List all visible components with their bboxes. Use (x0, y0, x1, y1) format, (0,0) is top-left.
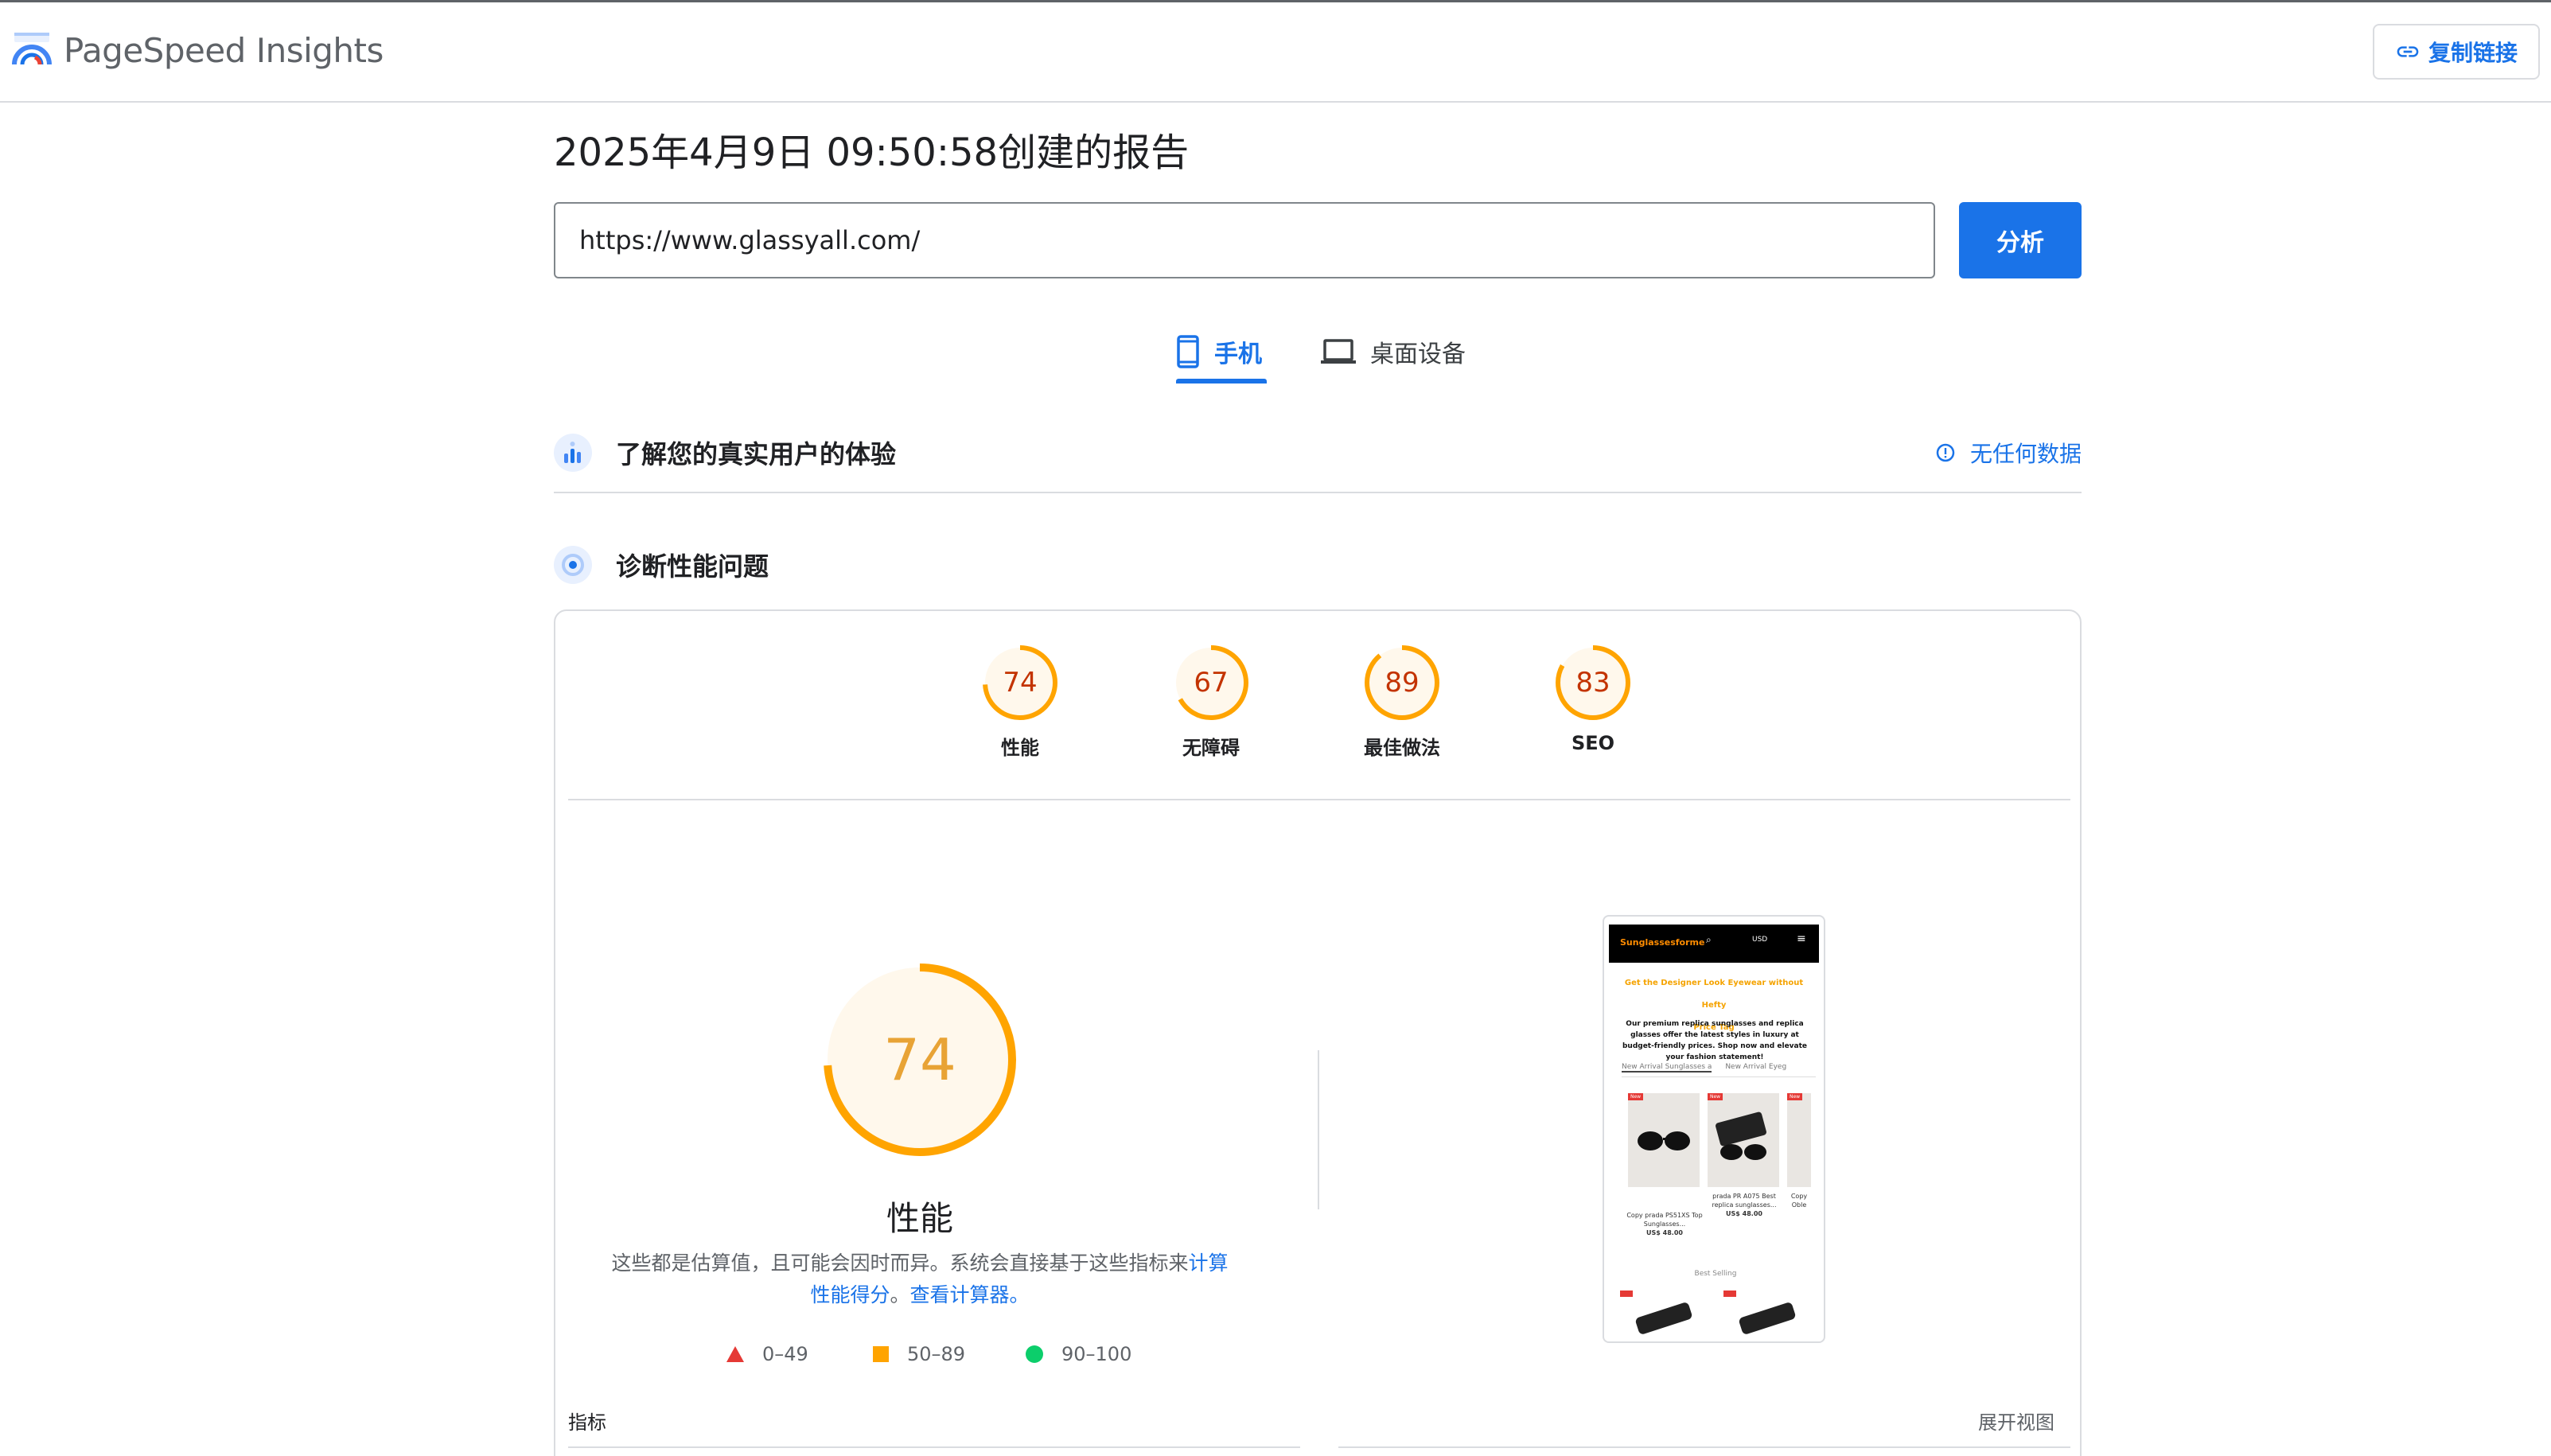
tab-mobile[interactable]: 手机 (1176, 318, 1262, 385)
screenshot-product-caption: prada PR A075 Best replica sunglasses...… (1704, 1192, 1784, 1218)
legend-fail: 0–49 (726, 1343, 808, 1365)
product-title: Copy prada PS51XS Top Sunglasses... (1626, 1212, 1703, 1228)
legend-pass-label: 90–100 (1061, 1343, 1132, 1365)
gauge-label: 最佳做法 (1364, 737, 1440, 759)
score-legend: 0–49 50–89 90–100 (555, 1343, 1284, 1375)
score-gauges: 74 性能 67 无障碍 89 最佳做法 83 SEO (555, 643, 2083, 802)
copy-link-button[interactable]: 复制链接 (2373, 24, 2540, 80)
screenshot-navbar: Sunglassesforme USD ⌕ ≡ (1609, 925, 1819, 963)
expand-view-button[interactable]: 展开视图 (1978, 1407, 2054, 1435)
performance-label: 性能 (886, 1199, 953, 1238)
menu-icon: ≡ (1797, 932, 1806, 945)
screenshot-tab-1: New Arrival Sunglasses a (1622, 1063, 1712, 1073)
screenshot-tabs: New Arrival Sunglasses a New Arrival Eye… (1622, 1063, 1816, 1077)
screenshot-product-caption: Copy Oble (1790, 1193, 1808, 1209)
copy-link-label: 复制链接 (2428, 40, 2518, 66)
search-icon: ⌕ (1706, 934, 1712, 945)
product-badge: New (1708, 1093, 1723, 1100)
sunglasses-image (1723, 1291, 1796, 1334)
disclaimer-mid: 。 (890, 1283, 910, 1306)
legend-fail-label: 0–49 (762, 1343, 808, 1365)
gauge-value: 67 (1194, 667, 1229, 699)
info-icon (1936, 443, 1955, 462)
analyze-button[interactable]: 分析 (1959, 202, 2082, 278)
diagnose-icon (554, 546, 592, 584)
circle-icon (1026, 1345, 1043, 1363)
gauge-performance[interactable]: 74 性能 (964, 643, 1076, 760)
divider (568, 799, 2070, 800)
real-user-experience-icon (554, 434, 592, 472)
screenshot-product-image: New (1787, 1093, 1811, 1187)
legend-average-label: 50–89 (907, 1343, 966, 1365)
gauge-value: 83 (1575, 667, 1610, 699)
product-title: prada PR A075 Best replica sunglasses... (1712, 1193, 1777, 1209)
tab-desktop[interactable]: 桌面设备 (1321, 318, 1466, 385)
screenshot-best-selling: Best Selling (1694, 1270, 1737, 1278)
divider (1338, 1446, 2070, 1448)
headline-line-1: Get the Designer Look Eyewear without He… (1624, 979, 1804, 1010)
vertical-separator (1318, 1050, 1319, 1209)
product-badge: New (1628, 1093, 1644, 1100)
laptop-icon (1321, 339, 1356, 364)
gauge-value: 89 (1385, 667, 1420, 699)
crux-title: 了解您的真实用户的体验 (616, 439, 897, 469)
gauge-label: SEO (1571, 732, 1615, 754)
legend-average: 50–89 (872, 1343, 965, 1365)
no-data-label: 无任何数据 (1969, 441, 2082, 467)
gauge-seo[interactable]: 83 SEO (1537, 643, 1649, 754)
metrics-heading: 指标 (568, 1411, 606, 1434)
sunglasses-image (1638, 1131, 1690, 1150)
brand-title[interactable]: PageSpeed Insights (64, 29, 384, 72)
gauge-best-practices[interactable]: 89 最佳做法 (1346, 643, 1458, 760)
screenshot-product-caption: Copy prada PS51XS Top Sunglasses... US$ … (1625, 1211, 1704, 1237)
disclaimer-text: 这些都是估算值，且可能会因时而异。系统会直接基于这些指标来 (611, 1252, 1189, 1275)
view-calculator-link[interactable]: 查看计算器。 (910, 1283, 1030, 1306)
product-price: US$ 48.00 (1726, 1210, 1762, 1217)
link-icon (2397, 46, 2419, 57)
screenshot-currency: USD (1752, 936, 1768, 944)
divider (568, 1446, 1300, 1448)
screenshot-product-image: New (1628, 1093, 1700, 1187)
url-input[interactable] (554, 202, 1935, 278)
no-data-status[interactable]: 无任何数据 (1935, 437, 2082, 469)
tab-desktop-label: 桌面设备 (1370, 341, 1466, 368)
diagnose-section: 诊断性能问题 (554, 533, 2082, 597)
report-title: 2025年4月9日 09:50:58创建的报告 (554, 130, 1190, 175)
legend-pass: 90–100 (1025, 1343, 1131, 1365)
gauge-accessibility[interactable]: 67 无障碍 (1155, 643, 1267, 760)
active-tab-indicator (1176, 379, 1267, 383)
diagnose-title: 诊断性能问题 (616, 551, 769, 582)
header: PageSpeed Insights 复制链接 (0, 2, 2551, 103)
screenshot-product-image: New (1708, 1093, 1779, 1187)
triangle-icon (726, 1346, 744, 1362)
sunglasses-image (1716, 1111, 1766, 1160)
phone-icon (1177, 335, 1199, 368)
gauge-value: 74 (1003, 667, 1038, 699)
sunglasses-image (1620, 1291, 1692, 1334)
tab-mobile-label: 手机 (1214, 341, 1262, 368)
performance-score: 74 (883, 1026, 956, 1093)
report-card: 74 性能 67 无障碍 89 最佳做法 83 SEO 74 性能 这些都是估算… (554, 609, 2082, 1456)
product-price: US$ 48.00 (1646, 1229, 1683, 1236)
screenshot-tab-2: New Arrival Eyeg (1725, 1063, 1787, 1071)
performance-disclaimer: 这些都是估算值，且可能会因时而异。系统会直接基于这些指标来计算性能得分。查看计算… (608, 1248, 1232, 1311)
pagespeed-logo-icon[interactable] (11, 29, 53, 71)
page-screenshot[interactable]: Sunglassesforme USD ⌕ ≡ Get the Designer… (1603, 915, 1825, 1343)
crux-section: 了解您的真实用户的体验 无任何数据 (554, 414, 2082, 493)
square-icon (873, 1346, 889, 1362)
gauge-label: 性能 (1001, 737, 1039, 759)
product-badge: New (1787, 1093, 1803, 1100)
screenshot-paragraph: Our premium replica sunglasses and repli… (1622, 1020, 1808, 1061)
screenshot-logo: Sunglassesforme (1620, 937, 1705, 948)
gauge-label: 无障碍 (1182, 737, 1240, 759)
